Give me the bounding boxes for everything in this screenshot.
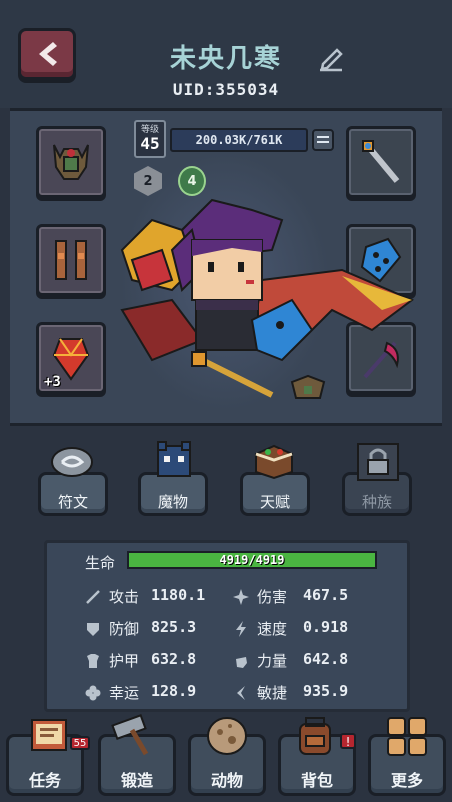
stats-panel: 生命 4919/4919 攻击 1180.1 伤害 467.5 防御 825.3… xyxy=(44,540,410,712)
nav-bag-label: 背包 xyxy=(300,771,333,790)
level-box: 等级 45 xyxy=(134,120,166,158)
rank-value: 2 xyxy=(143,173,153,189)
quest-badge: 55 xyxy=(70,736,90,750)
fist-icon xyxy=(236,657,247,668)
edit-name-icon[interactable] xyxy=(317,44,345,72)
armor-icon xyxy=(55,240,87,280)
equip-slot-armor[interactable] xyxy=(36,224,106,296)
nav-more-label: 更多 xyxy=(390,771,423,790)
monster-icon xyxy=(152,440,196,480)
stat-label: 力量 xyxy=(257,652,288,670)
helmet-icon xyxy=(53,144,89,180)
hammer-icon xyxy=(110,714,156,756)
gem-level: +3 xyxy=(44,374,61,390)
stat-label: 防御 xyxy=(109,620,140,638)
nav-quest-label: 任务 xyxy=(28,771,61,790)
stat-label: 敏捷 xyxy=(257,684,288,702)
armor-stat-icon xyxy=(87,654,99,668)
sword-icon xyxy=(362,140,400,183)
stat-value: 128.9 xyxy=(151,682,197,700)
nav-forge-label: 锻造 xyxy=(120,771,153,790)
race-label: 种族 xyxy=(361,493,392,511)
character-sprite xyxy=(112,190,422,410)
stat-value: 632.8 xyxy=(151,650,197,668)
exp-bar: 200.03K/761K xyxy=(170,128,308,152)
list-icon xyxy=(317,136,329,143)
equip-slot-helmet[interactable] xyxy=(36,126,106,198)
player-name: 未央几寒 xyxy=(169,44,282,74)
bolt-icon xyxy=(236,621,246,637)
bag-alert-badge: ! xyxy=(340,733,356,749)
stat-value: 642.8 xyxy=(303,650,349,668)
shield-stat-icon xyxy=(87,623,99,636)
equip-slot-weapon[interactable] xyxy=(346,126,416,198)
stat-label: 伤害 xyxy=(257,588,288,606)
stat-value: 825.3 xyxy=(151,618,197,636)
talent-book-icon xyxy=(252,440,296,480)
player-uid: UID:355034 xyxy=(172,80,280,99)
exp-menu-button[interactable] xyxy=(312,129,334,151)
level-value: 45 xyxy=(140,134,160,153)
talent-label: 天赋 xyxy=(259,493,290,511)
monster-label: 魔物 xyxy=(157,493,188,511)
stat-value: 0.918 xyxy=(303,618,349,636)
burst-icon xyxy=(233,589,249,605)
stat-label: 幸运 xyxy=(109,684,140,702)
clover-icon xyxy=(85,685,101,701)
stat-value: 467.5 xyxy=(303,586,349,604)
stat-label: 护甲 xyxy=(109,652,140,670)
wing-icon xyxy=(237,686,245,700)
stat-label: 速度 xyxy=(257,620,288,638)
star-value: 4 xyxy=(187,173,197,189)
hp-bar: 4919/4919 xyxy=(127,551,377,569)
stat-value: 935.9 xyxy=(303,682,349,700)
quest-scroll-icon xyxy=(26,716,72,758)
lock-icon xyxy=(356,442,400,482)
sword-stat-icon xyxy=(86,590,100,604)
backpack-icon xyxy=(292,716,338,758)
stat-value: 1180.1 xyxy=(151,586,206,604)
egg-icon xyxy=(204,714,250,756)
hp-label: 生命 xyxy=(85,554,116,572)
stat-label: 攻击 xyxy=(109,588,140,606)
grid-icon xyxy=(384,716,430,758)
exp-text: 200.03K/761K xyxy=(195,133,283,147)
rune-icon xyxy=(50,440,94,480)
nav-animal-label: 动物 xyxy=(210,771,243,790)
rune-label: 符文 xyxy=(57,493,88,511)
hp-value: 4919/4919 xyxy=(219,553,285,567)
